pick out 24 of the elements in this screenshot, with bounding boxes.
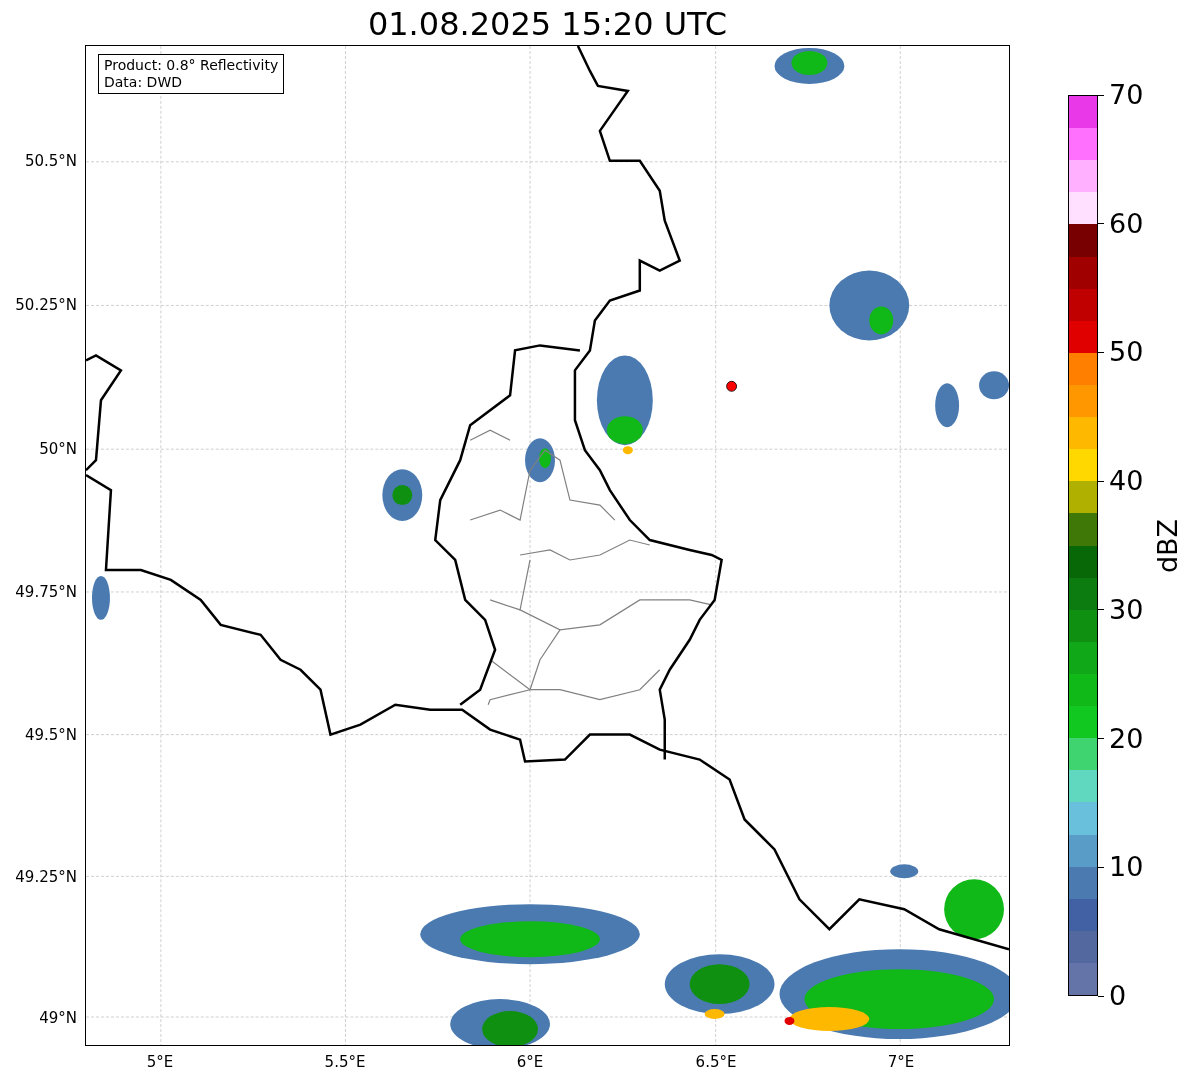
longitude-label: 7°E: [887, 1053, 915, 1071]
legend-text: Data: DWD: [104, 74, 183, 91]
longitude-label: 6°E: [516, 1053, 544, 1071]
legend-text: Product: 0.8° Reflectivity: [104, 57, 279, 74]
colorbar-tick-label: 60: [1109, 208, 1144, 239]
colorbar-tick-label: 40: [1109, 466, 1144, 497]
latitude-label: 49°N: [39, 1008, 77, 1027]
colorbar-tick-label: 0: [1109, 981, 1127, 1011]
colorbar-tick-label: 70: [1109, 80, 1144, 110]
latitude-label: 49.75°N: [15, 583, 77, 602]
latitude-label: 50.25°N: [15, 295, 77, 314]
longitude-label: 6.5°E: [695, 1053, 737, 1071]
colorbar-tick-label: 10: [1109, 852, 1144, 883]
colorbar-tick-label: 30: [1109, 594, 1144, 625]
latitude-label: 50.5°N: [24, 152, 77, 170]
chart-title: 01.08.2025 15:20 UTC: [367, 4, 728, 45]
colorbar-label: dBZ: [1153, 518, 1183, 573]
colorbar-tick-label: 50: [1109, 337, 1144, 368]
colorbar-tick-label: 20: [1109, 723, 1144, 754]
latitude-label: 49.25°N: [15, 868, 77, 887]
longitude-label: 5°E: [146, 1053, 174, 1071]
longitude-label: 5.5°E: [324, 1053, 366, 1071]
latitude-label: 49.5°N: [24, 726, 77, 744]
latitude-label: 50°N: [39, 440, 77, 458]
